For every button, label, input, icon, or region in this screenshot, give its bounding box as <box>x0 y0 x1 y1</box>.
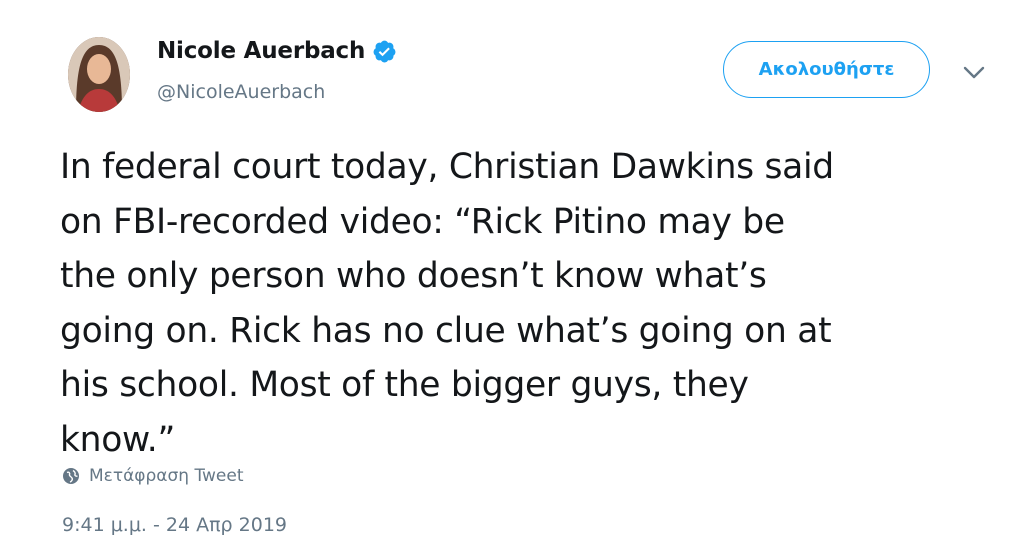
tweet-text-line: the only person who doesn’t know what’s <box>60 256 767 296</box>
tweet-text-line: his school. Most of the bigger guys, the… <box>60 365 749 405</box>
tweet-text: In federal court today, Christian Dawkin… <box>60 140 1010 467</box>
avatar[interactable] <box>68 37 130 112</box>
tweet-timestamp[interactable]: 9:41 μ.μ. - 24 Απρ 2019 <box>62 514 287 536</box>
tweet-text-line: on FBI-recorded video: “Rick Pitino may … <box>60 201 785 242</box>
verified-badge-icon <box>373 40 396 62</box>
author-name-row: Nicole Auerbach <box>157 38 397 64</box>
follow-button[interactable]: Ακολουθήστε <box>723 41 930 98</box>
chevron-down-icon[interactable] <box>961 62 987 84</box>
translate-tweet-label: Μετάφραση Tweet <box>89 466 244 486</box>
globe-icon <box>63 468 79 484</box>
tweet-text-line: know.” <box>60 419 176 460</box>
avatar-image <box>68 37 130 112</box>
tweet-text-line: In federal court today, Christian Dawkin… <box>60 147 834 187</box>
author-handle[interactable]: @NicoleAuerbach <box>157 81 325 103</box>
author-display-name[interactable]: Nicole Auerbach <box>157 38 365 64</box>
translate-tweet-link[interactable]: Μετάφραση Tweet <box>62 466 244 486</box>
tweet-text-line: going on. Rick has no clue what’s going … <box>60 310 832 351</box>
